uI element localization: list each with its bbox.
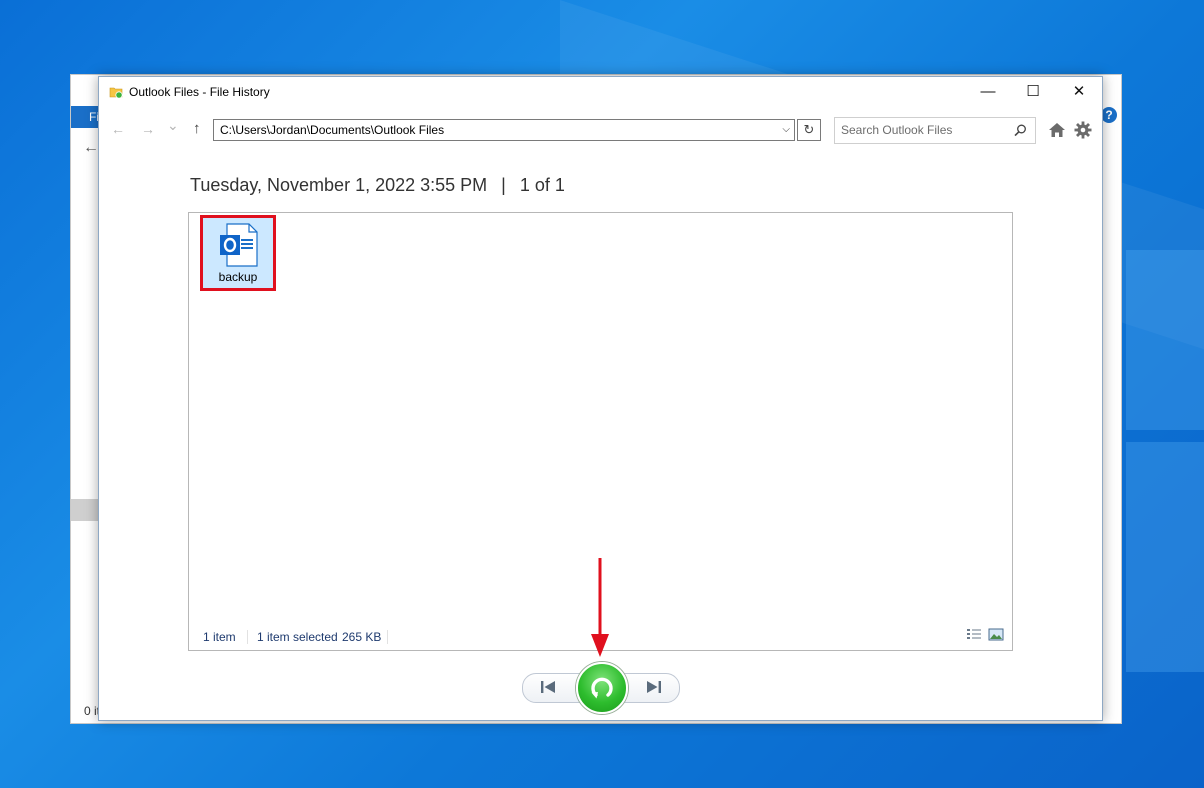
minimize-button[interactable]: —: [965, 77, 1011, 107]
status-selection: 1 item selected: [257, 630, 338, 644]
restore-icon: [591, 677, 613, 699]
status-size: 265 KB: [342, 630, 382, 644]
recent-locations-button[interactable]: ⌄: [167, 117, 179, 134]
gear-icon[interactable]: [1074, 121, 1092, 139]
home-icon[interactable]: [1048, 121, 1066, 139]
forward-button[interactable]: →: [141, 121, 155, 137]
outlook-data-file-icon: [220, 223, 258, 267]
wallpaper-pane: [1126, 442, 1204, 672]
status-divider: [247, 630, 248, 644]
annotation-arrow: [591, 558, 609, 657]
file-item-backup[interactable]: backup: [200, 215, 276, 291]
backup-date-header: Tuesday, November 1, 2022 3:55 PM | 1 of 1: [190, 175, 565, 196]
maximize-button[interactable]: ☐: [1010, 77, 1056, 107]
refresh-button[interactable]: ↻: [797, 119, 821, 141]
file-name: backup: [218, 270, 258, 284]
back-button[interactable]: ←: [111, 121, 125, 137]
close-button[interactable]: ✕: [1056, 77, 1102, 107]
details-view-icon[interactable]: [966, 628, 982, 642]
status-item-count: 1 item: [203, 630, 236, 644]
background-sidebar-selected-item[interactable]: [71, 499, 101, 521]
address-bar[interactable]: C:\Users\Jordan\Documents\Outlook Files …: [213, 119, 795, 141]
help-icon[interactable]: ?: [1101, 107, 1117, 123]
status-divider: [387, 630, 388, 644]
restore-button[interactable]: [576, 662, 628, 714]
large-icons-view-icon[interactable]: [988, 628, 1004, 642]
previous-version-button[interactable]: [540, 680, 556, 694]
page-indicator: 1 of 1: [519, 175, 565, 195]
up-button[interactable]: ↑: [193, 120, 201, 137]
next-version-button[interactable]: [646, 680, 662, 694]
header-separator: |: [501, 175, 506, 195]
background-back-icon[interactable]: ←: [83, 139, 99, 157]
title-bar[interactable]: Outlook Files - File History — ☐ ✕: [99, 77, 1102, 109]
background-ribbon-file-tab[interactable]: Fi: [71, 106, 101, 128]
search-placeholder: Search Outlook Files: [841, 123, 953, 137]
window-title: Outlook Files - File History: [129, 85, 270, 99]
address-text: C:\Users\Jordan\Documents\Outlook Files: [220, 123, 445, 137]
search-icon[interactable]: [1014, 124, 1027, 137]
wallpaper-pane: [1126, 250, 1204, 430]
backup-date: Tuesday, November 1, 2022 3:55 PM: [190, 175, 488, 195]
refresh-icon: ↻: [803, 122, 815, 137]
chevron-down-icon[interactable]: ⌵: [782, 120, 790, 140]
file-history-icon: [109, 87, 123, 99]
search-input[interactable]: Search Outlook Files: [834, 117, 1036, 144]
